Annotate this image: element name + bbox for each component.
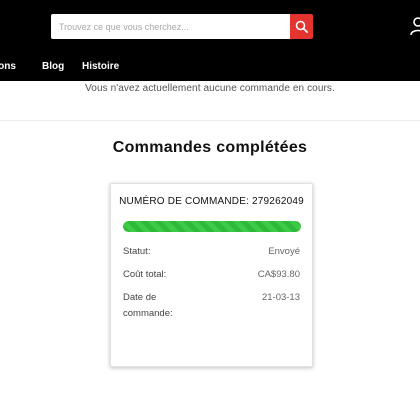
- search-icon: [295, 20, 308, 33]
- search-button[interactable]: [290, 14, 313, 39]
- order-number: NUMÉRO DE COMMANDE: 279262049: [119, 196, 304, 207]
- nav-item-blog[interactable]: Blog: [42, 59, 64, 75]
- status-label: Statut:: [123, 246, 151, 257]
- no-current-orders-message: Vous n'avez actuellement aucune commande…: [85, 83, 335, 94]
- total-value: CA$93.80: [257, 269, 300, 280]
- order-progress-fill: [123, 221, 301, 232]
- search-box[interactable]: [51, 14, 290, 39]
- user-icon[interactable]: [410, 16, 420, 36]
- nav-item-histoire[interactable]: Histoire: [82, 59, 119, 75]
- search-input[interactable]: [51, 14, 290, 39]
- order-date-label: Date de commande:: [123, 292, 173, 319]
- section-divider: [0, 120, 420, 121]
- nav-item-collections[interactable]: tions: [0, 59, 16, 75]
- completed-orders-title: Commandes complétées: [112, 139, 308, 156]
- order-date-value: 21-03-13: [261, 292, 300, 303]
- order-card[interactable]: NUMÉRO DE COMMANDE: 279262049 Statut: En…: [110, 183, 313, 367]
- order-progress-bar: [123, 221, 301, 232]
- total-label: Coût total:: [123, 269, 167, 280]
- top-header: tions Blog Histoire: [0, 0, 420, 81]
- status-value: Envoyé: [268, 246, 300, 257]
